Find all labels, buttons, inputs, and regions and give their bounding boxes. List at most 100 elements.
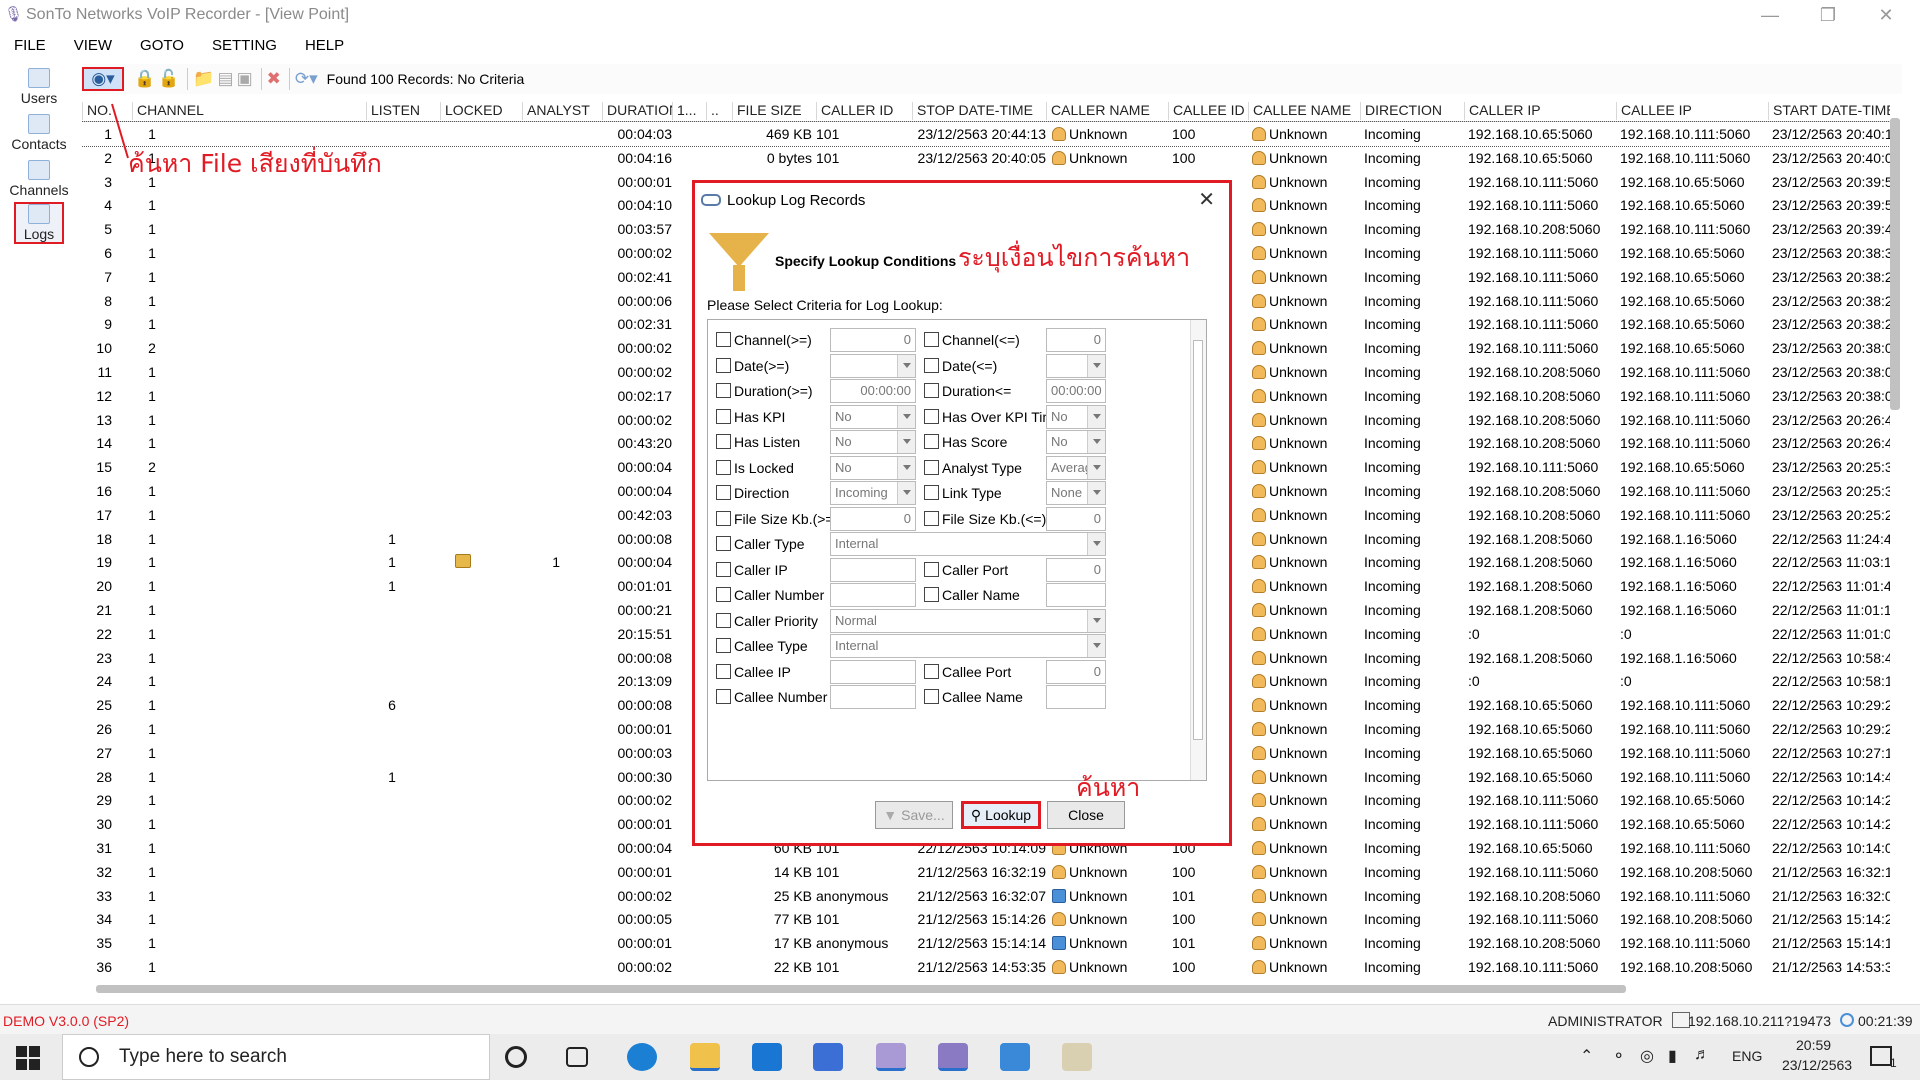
- column-header[interactable]: ANALYST: [522, 102, 602, 120]
- chevron-down-icon[interactable]: [897, 431, 915, 453]
- criteria-value-field[interactable]: 0: [1046, 506, 1106, 531]
- criteria-value-field[interactable]: No: [830, 404, 916, 429]
- criteria-checkbox[interactable]: [716, 510, 731, 526]
- notification-icon[interactable]: [1870, 1046, 1892, 1066]
- table-row[interactable]: 33 1 00:00:02 25 KB anonymous 21/12/2563 16:3…: [82, 884, 1890, 908]
- column-header[interactable]: CALLEE NAME: [1248, 102, 1360, 120]
- column-header[interactable]: FILE SIZE: [732, 102, 816, 120]
- paint-icon[interactable]: [1062, 1043, 1092, 1071]
- criteria-value-field[interactable]: No: [1046, 430, 1106, 454]
- close-window-button[interactable]: ✕: [1858, 0, 1914, 30]
- criteria-value-field[interactable]: [830, 685, 916, 709]
- table-row[interactable]: 34 1 00:00:05 77 KB 101 21/12/2563 15:14:26 Un…: [82, 907, 1890, 931]
- chevron-down-icon[interactable]: [897, 405, 915, 428]
- criteria-checkbox[interactable]: [924, 459, 939, 475]
- criteria-checkbox[interactable]: [716, 383, 731, 398]
- criteria-checkbox[interactable]: [924, 434, 939, 449]
- criteria-checkbox[interactable]: [924, 383, 939, 398]
- criteria-value-field[interactable]: Incoming: [830, 481, 916, 505]
- criteria-value-field[interactable]: [1046, 583, 1106, 607]
- criteria-checkbox[interactable]: [924, 408, 939, 424]
- unlock-button[interactable]: 🔓: [158, 67, 179, 91]
- volume-icon[interactable]: ♬: [1694, 1046, 1710, 1064]
- chevron-down-icon[interactable]: [1087, 482, 1105, 504]
- criteria-value-field[interactable]: No: [830, 455, 916, 480]
- criteria-checkbox[interactable]: [924, 587, 939, 602]
- language-indicator[interactable]: ENG: [1732, 1048, 1762, 1064]
- column-header[interactable]: CALLEE IP: [1616, 102, 1768, 120]
- column-header[interactable]: START DATE-TIME: [1768, 102, 1890, 120]
- criteria-checkbox[interactable]: [716, 536, 731, 551]
- criteria-value-field[interactable]: Internal: [830, 532, 1106, 556]
- grid-horizontal-scroll-thumb[interactable]: [96, 985, 1626, 993]
- chevron-down-icon[interactable]: [1087, 609, 1105, 632]
- table-row[interactable]: 32 1 00:00:01 14 KB 101 21/12/2563 16:32:19 Un…: [82, 860, 1890, 884]
- column-header[interactable]: DURATION: [602, 102, 672, 120]
- menu-setting[interactable]: SETTING: [198, 37, 291, 54]
- chevron-down-icon[interactable]: [897, 354, 915, 377]
- taskbar-clock[interactable]: 20:59: [1796, 1037, 1831, 1053]
- minimize-button[interactable]: —: [1742, 0, 1798, 30]
- criteria-checkbox[interactable]: [924, 510, 939, 526]
- criteria-value-field[interactable]: Internal: [830, 634, 1106, 658]
- criteria-checkbox[interactable]: [924, 332, 939, 347]
- criteria-value-field[interactable]: [1046, 685, 1106, 709]
- show-hidden-icons[interactable]: ⌃: [1580, 1046, 1593, 1066]
- network-icon[interactable]: ⚬: [1612, 1046, 1625, 1066]
- criteria-value-field[interactable]: [830, 583, 916, 607]
- column-header[interactable]: CHANNEL: [132, 102, 366, 120]
- nav-channels[interactable]: Channels: [6, 160, 72, 198]
- criteria-checkbox[interactable]: [716, 612, 731, 628]
- photos-icon[interactable]: [1000, 1043, 1030, 1071]
- criteria-checkbox[interactable]: [716, 587, 731, 602]
- chevron-down-icon[interactable]: [897, 456, 915, 479]
- criteria-checkbox[interactable]: [716, 332, 731, 347]
- criteria-value-field[interactable]: Averag: [1046, 455, 1106, 480]
- chevron-down-icon[interactable]: [1087, 405, 1105, 428]
- column-header[interactable]: LOCKED: [440, 102, 522, 120]
- lookup-button[interactable]: ⚲ Lookup: [961, 801, 1041, 829]
- criteria-checkbox[interactable]: [924, 485, 939, 500]
- criteria-checkbox[interactable]: [716, 485, 731, 500]
- lookup-toolbar-button[interactable]: ◉▾: [82, 67, 124, 91]
- edge-icon[interactable]: [627, 1043, 657, 1071]
- criteria-checkbox[interactable]: [924, 357, 939, 373]
- lock-button[interactable]: 🔒: [134, 67, 155, 91]
- criteria-value-field[interactable]: 0: [830, 328, 916, 352]
- delete-button[interactable]: ✖: [267, 67, 281, 91]
- criteria-value-field[interactable]: No: [830, 430, 916, 454]
- criteria-checkbox[interactable]: [716, 638, 731, 653]
- chevron-down-icon[interactable]: [1087, 354, 1105, 377]
- column-header[interactable]: STOP DATE-TIME: [912, 102, 1046, 120]
- open-folder-button[interactable]: 📁: [193, 67, 214, 91]
- criteria-checkbox[interactable]: [924, 663, 939, 679]
- dialog-close-icon[interactable]: ✕: [1198, 187, 1215, 212]
- criteria-value-field[interactable]: No: [1046, 404, 1106, 429]
- criteria-checkbox[interactable]: [716, 459, 731, 475]
- taskbar-search-box[interactable]: Type here to search: [62, 1034, 490, 1080]
- chevron-down-icon[interactable]: [1087, 431, 1105, 453]
- taskbar-date[interactable]: 23/12/2563: [1782, 1057, 1852, 1073]
- menu-file[interactable]: FILE: [0, 37, 60, 54]
- column-header[interactable]: DIRECTION: [1360, 102, 1464, 120]
- criteria-value-field[interactable]: 0: [1046, 328, 1106, 352]
- chevron-down-icon[interactable]: [1087, 456, 1105, 479]
- criteria-value-field[interactable]: [830, 659, 916, 684]
- battery-icon[interactable]: ▮: [1668, 1046, 1677, 1066]
- app-icon[interactable]: [813, 1043, 843, 1071]
- criteria-checkbox[interactable]: [716, 561, 731, 577]
- microphone-app-icon[interactable]: [938, 1043, 968, 1071]
- refresh-button[interactable]: ⟳▾: [295, 67, 318, 91]
- menu-goto[interactable]: GOTO: [126, 37, 198, 54]
- criteria-value-field[interactable]: 0: [830, 506, 916, 531]
- restore-button[interactable]: ❐: [1800, 0, 1856, 30]
- criteria-value-field[interactable]: [830, 557, 916, 582]
- cortana-icon[interactable]: [505, 1046, 527, 1068]
- menu-help[interactable]: HELP: [291, 37, 358, 54]
- export-button[interactable]: ▤: [218, 67, 234, 91]
- chevron-down-icon[interactable]: [897, 482, 915, 504]
- criteria-value-field[interactable]: Normal: [830, 608, 1106, 633]
- criteria-value-field[interactable]: 0: [1046, 557, 1106, 582]
- table-row[interactable]: 35 1 00:00:01 17 KB anonymous 21/12/2563 15:1…: [82, 931, 1890, 955]
- column-header[interactable]: CALLEE ID: [1168, 102, 1248, 120]
